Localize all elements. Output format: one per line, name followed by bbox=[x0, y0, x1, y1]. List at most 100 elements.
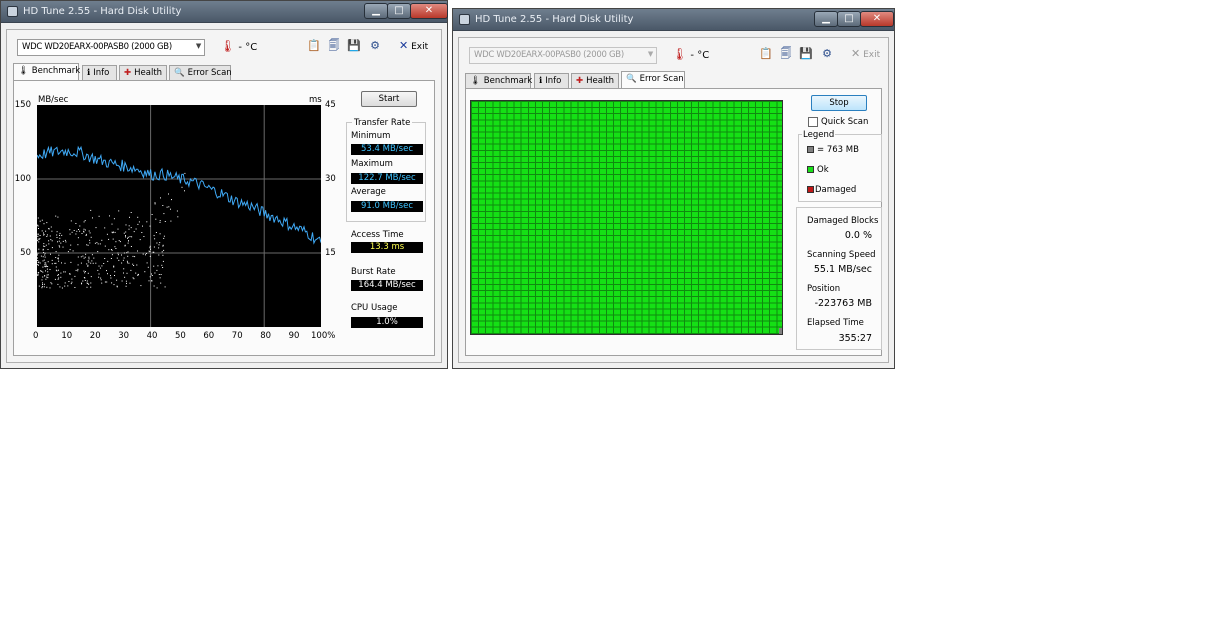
tab-health[interactable]: ✚ Health bbox=[119, 65, 167, 80]
access-time-point bbox=[163, 249, 165, 251]
temperature-value: - °C bbox=[690, 50, 710, 61]
close-button[interactable]: ✕ bbox=[410, 3, 448, 19]
access-time-point bbox=[75, 223, 77, 224]
access-time-point bbox=[71, 231, 73, 233]
access-time-point bbox=[142, 225, 143, 227]
title-bar[interactable]: HD Tune 2.55 - Hard Disk Utility ▁ □ ✕ bbox=[453, 9, 894, 31]
access-time-point bbox=[56, 234, 58, 236]
access-time-point bbox=[59, 286, 61, 288]
access-time-point bbox=[44, 256, 46, 258]
access-time-point bbox=[118, 210, 120, 212]
access-time-point bbox=[44, 264, 46, 266]
access-time-point bbox=[76, 230, 78, 232]
options-icon[interactable]: ⚙ bbox=[368, 39, 382, 53]
cpu-usage-value: 1.0% bbox=[351, 317, 423, 328]
options-icon[interactable]: ⚙ bbox=[820, 47, 834, 61]
access-time-point bbox=[70, 244, 72, 246]
tab-health[interactable]: ✚ Health bbox=[571, 73, 619, 88]
access-time-point bbox=[68, 281, 70, 282]
access-time-point bbox=[104, 227, 106, 229]
access-time-point bbox=[46, 268, 48, 270]
access-time-point bbox=[132, 255, 134, 257]
access-time-point bbox=[37, 274, 39, 276]
access-time-point bbox=[161, 251, 163, 253]
access-time-point bbox=[150, 248, 151, 250]
access-time-point bbox=[148, 250, 150, 252]
access-time-point bbox=[138, 273, 139, 275]
minimize-button[interactable]: ▁ bbox=[364, 3, 388, 19]
tab-info[interactable]: ℹ Info bbox=[534, 73, 569, 88]
access-time-point bbox=[184, 190, 185, 192]
access-time-point bbox=[37, 234, 39, 236]
exit-button[interactable]: ✕ Exit bbox=[851, 47, 880, 60]
access-time-point bbox=[38, 285, 40, 287]
tab-error-scan[interactable]: 🔍 Error Scan bbox=[169, 65, 232, 80]
access-time-point bbox=[98, 265, 100, 267]
copy-info-icon[interactable]: 📋 bbox=[307, 39, 321, 53]
access-time-point bbox=[37, 240, 39, 242]
access-time-point bbox=[163, 235, 165, 237]
access-time-point bbox=[90, 209, 92, 211]
legend-block-size-swatch bbox=[807, 146, 814, 153]
drive-select[interactable]: WDC WD20EARX-00PASB0 (2000 GB) ▼ bbox=[17, 39, 205, 56]
access-time-point bbox=[104, 281, 106, 283]
average-label: Average bbox=[351, 187, 386, 197]
access-time-point bbox=[90, 236, 92, 238]
minimize-button[interactable]: ▁ bbox=[814, 11, 838, 27]
access-time-point bbox=[153, 246, 155, 248]
access-time-point bbox=[164, 221, 166, 222]
maximize-button[interactable]: □ bbox=[837, 11, 861, 27]
access-time-point bbox=[149, 225, 151, 227]
drive-select[interactable]: WDC WD20EARX-00PASB0 (2000 GB) ▼ bbox=[469, 47, 657, 64]
stop-button[interactable]: Stop bbox=[811, 95, 867, 111]
access-time-point bbox=[151, 273, 152, 275]
access-time-point bbox=[50, 282, 52, 284]
tab-error-scan[interactable]: 🔍 Error Scan bbox=[621, 71, 685, 89]
maximize-button[interactable]: □ bbox=[387, 3, 411, 19]
access-time-point bbox=[84, 277, 86, 279]
access-time-point bbox=[98, 273, 100, 275]
save-icon[interactable]: 💾 bbox=[799, 47, 813, 61]
access-time-point bbox=[81, 233, 83, 234]
access-time-point bbox=[87, 264, 89, 266]
tab-benchmark[interactable]: 🌡 Benchmark bbox=[13, 63, 80, 81]
close-button[interactable]: ✕ bbox=[860, 11, 894, 27]
access-time-point bbox=[51, 283, 53, 285]
access-time-point bbox=[99, 267, 101, 269]
access-time-point bbox=[83, 228, 85, 230]
access-time-point bbox=[88, 230, 90, 232]
access-time-point bbox=[86, 263, 88, 265]
exit-label: Exit bbox=[863, 50, 881, 60]
legend-header: Legend bbox=[802, 130, 836, 140]
access-time-point bbox=[108, 238, 110, 240]
access-time-point bbox=[62, 240, 64, 242]
access-time-point bbox=[45, 270, 46, 272]
access-time-point bbox=[82, 255, 84, 257]
title-bar[interactable]: HD Tune 2.55 - Hard Disk Utility ▁ □ ✕ bbox=[1, 1, 448, 23]
access-time-point bbox=[38, 238, 40, 240]
access-time-point bbox=[134, 256, 136, 258]
access-time-point bbox=[47, 266, 49, 267]
access-time-point bbox=[145, 253, 147, 254]
access-time-point bbox=[61, 287, 63, 289]
access-time-point bbox=[51, 230, 53, 232]
access-time-point bbox=[113, 218, 115, 220]
quick-scan-checkbox[interactable] bbox=[808, 117, 818, 127]
copy-screenshot-icon[interactable]: 🗐 bbox=[779, 47, 793, 61]
access-time-point bbox=[159, 220, 161, 222]
copy-info-icon[interactable]: 📋 bbox=[759, 47, 773, 61]
tab-info[interactable]: ℹ Info bbox=[82, 65, 117, 80]
access-time-point bbox=[63, 271, 65, 273]
copy-screenshot-icon[interactable]: 🗐 bbox=[327, 39, 341, 53]
access-time-point bbox=[159, 233, 161, 235]
y-tick-label: 150 bbox=[14, 100, 31, 110]
save-icon[interactable]: 💾 bbox=[347, 39, 361, 53]
access-time-point bbox=[129, 216, 130, 218]
access-time-point bbox=[39, 235, 41, 236]
start-button[interactable]: Start bbox=[361, 91, 417, 107]
exit-button[interactable]: ✕ Exit bbox=[399, 39, 428, 52]
access-time-point bbox=[46, 274, 48, 276]
tab-benchmark[interactable]: 🌡 Benchmark bbox=[465, 73, 532, 88]
access-time-point bbox=[49, 269, 51, 270]
access-time-point bbox=[149, 245, 151, 247]
